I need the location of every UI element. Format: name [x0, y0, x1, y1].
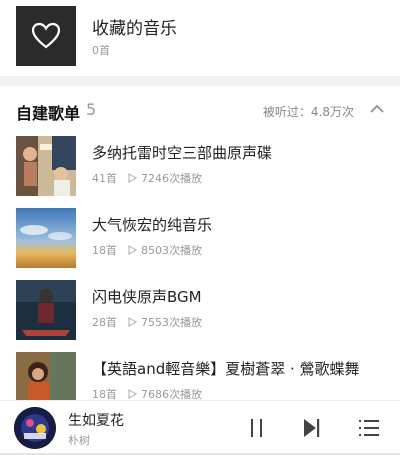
playlist-meta: 28首 7553次播放	[92, 314, 202, 330]
heart-icon	[31, 22, 61, 49]
play-count: 7553次播放	[141, 316, 202, 329]
created-playlists-header[interactable]: 自建歌单 5 被听过：4.8万次	[0, 86, 400, 132]
mini-player[interactable]: 生如夏花 朴树	[0, 400, 400, 455]
playlist-icon[interactable]	[356, 415, 382, 441]
favorites-title: 收藏的音乐	[92, 19, 177, 39]
section-divider	[0, 76, 400, 86]
playlist-cover	[16, 136, 76, 196]
section-count: 5	[86, 100, 97, 119]
playlist-cover	[16, 208, 76, 268]
favorites-cover	[16, 6, 76, 66]
play-count-icon	[128, 173, 137, 183]
play-count: 7246次播放	[141, 172, 202, 185]
playlist-title: 大气恢宏的纯音乐	[92, 216, 213, 234]
pause-icon[interactable]	[244, 415, 270, 441]
playlist-meta: 41首 7246次播放	[92, 170, 202, 186]
playlist-title: 【英語and輕音樂】夏樹蒼翠 · 鶯歌蝶舞	[92, 360, 360, 378]
play-count-icon	[128, 245, 137, 255]
playlist-item[interactable]: 多纳托雷时空三部曲原声碟 41首 7246次播放	[0, 132, 400, 204]
favorites-row[interactable]: 收藏的音乐 0首	[0, 0, 400, 76]
favorites-count: 0首	[92, 44, 110, 57]
section-title: 自建歌单	[16, 104, 81, 123]
track-count: 28首	[92, 316, 117, 329]
listened-count: 被听过：4.8万次	[262, 105, 354, 119]
track-count: 41首	[92, 172, 117, 185]
now-playing-cover[interactable]	[14, 407, 56, 449]
now-playing-title: 生如夏花	[68, 413, 124, 429]
play-count: 8503次播放	[141, 244, 202, 257]
playlist-title: 闪电侠原声BGM	[92, 288, 202, 306]
playlist-item[interactable]: 大气恢宏的纯音乐 18首 8503次播放	[0, 204, 400, 276]
playlist-item[interactable]: 闪电侠原声BGM 28首 7553次播放	[0, 276, 400, 348]
track-count: 18首	[92, 244, 117, 257]
play-count-icon	[128, 389, 137, 399]
chevron-up-icon[interactable]	[368, 100, 386, 118]
playlist-cover	[16, 280, 76, 340]
playlist-meta: 18首 8503次播放	[92, 242, 202, 258]
play-count-icon	[128, 317, 137, 327]
playlist-title: 多纳托雷时空三部曲原声碟	[92, 144, 273, 162]
now-playing-artist: 朴树	[68, 434, 90, 447]
next-icon[interactable]	[298, 415, 324, 441]
